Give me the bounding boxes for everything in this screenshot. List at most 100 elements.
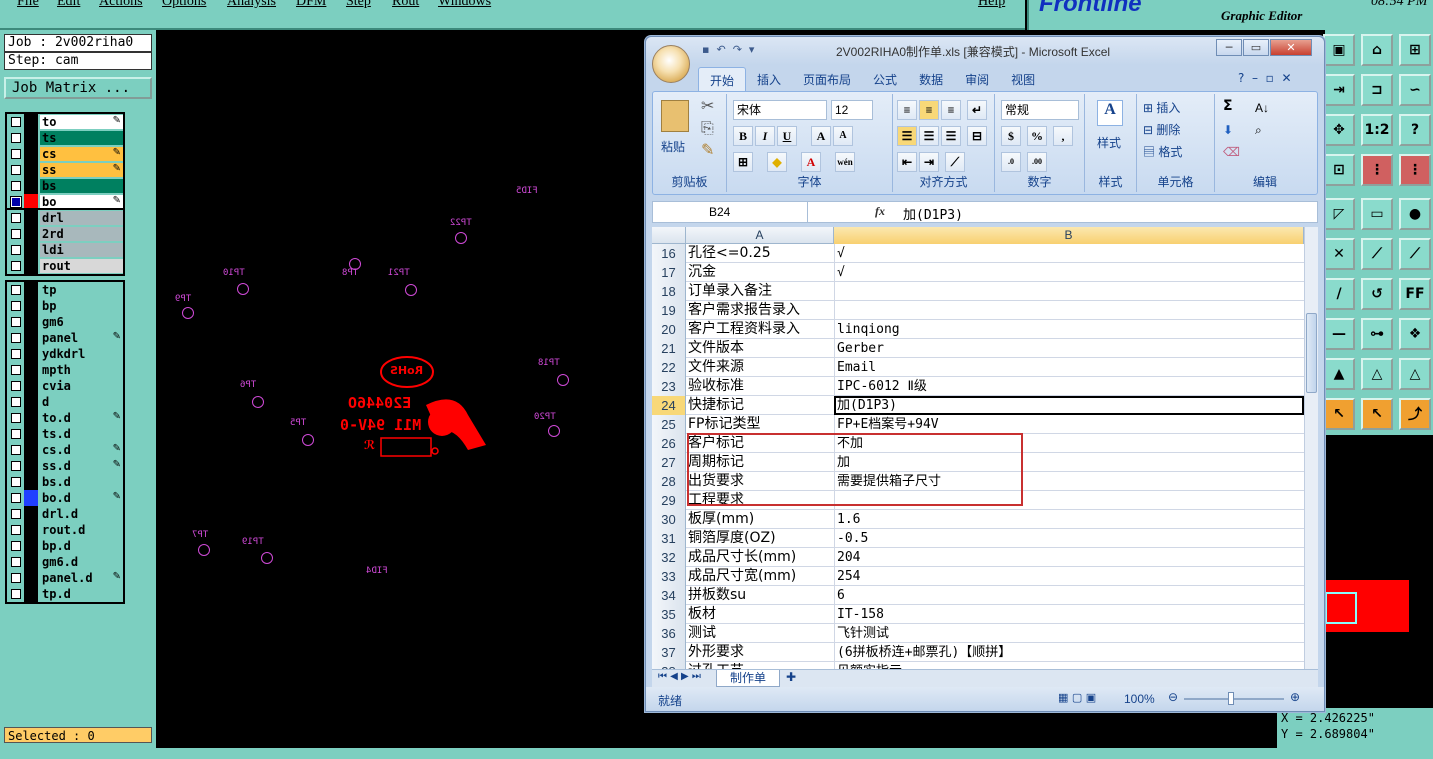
underline-button[interactable]: U [777,126,797,146]
indent-inc-icon[interactable]: ⇥ [919,152,939,172]
tab-formulas[interactable]: 公式 [862,67,908,91]
select2-tool-icon[interactable]: ↖ [1361,398,1393,430]
row-header[interactable]: 25 [652,415,686,434]
cell-b[interactable]: √ [834,244,1304,263]
copy-icon[interactable]: ⎘ [701,118,714,138]
layer-row[interactable]: gm6.d [7,554,123,570]
tab-home[interactable]: 开始 [698,67,747,91]
layer-color-swatch[interactable] [24,410,38,426]
layer-row[interactable]: rout [7,258,123,274]
layer-name[interactable]: panel [40,331,123,345]
layer-checkbox[interactable] [11,197,21,207]
cell-b[interactable]: -0.5 [834,529,1304,548]
layer-color-swatch[interactable] [24,226,38,242]
menu-file[interactable]: File [17,0,39,10]
layer-row[interactable]: panel.d ✎ [7,570,123,586]
zoom-out-icon[interactable]: ⊖ [1168,690,1178,704]
line-tool-icon[interactable]: ⟋ [1361,238,1393,270]
tri2-tool-icon[interactable]: △ [1361,358,1393,390]
layer-row[interactable]: drl [7,210,123,226]
layer-name[interactable]: tp.d [40,587,123,601]
layer-name[interactable]: cs.d [40,443,123,457]
layer-checkbox[interactable] [11,461,21,471]
menu-edit[interactable]: Edit [57,0,80,10]
layer-color-swatch[interactable] [24,442,38,458]
row-header[interactable]: 24 [652,396,686,415]
layer-name[interactable]: bo [40,195,123,209]
cross-tool-icon[interactable]: ✕ [1323,238,1355,270]
layer-name[interactable]: ss [40,163,123,177]
delete-cells-button[interactable]: ⊟ 删除 [1143,120,1180,140]
home-tool-icon[interactable]: ⌂ [1361,34,1393,66]
layer-row[interactable]: drl.d [7,506,123,522]
zoom-slider-handle[interactable] [1228,692,1234,705]
align-top-icon[interactable]: ≡ [897,100,917,120]
cell-b[interactable]: linqiong [834,320,1304,339]
layer-name[interactable]: cs [40,147,123,161]
arc-tool-icon[interactable]: ↺ [1361,278,1393,310]
row-header[interactable]: 18 [652,282,686,301]
ribbon-close-icon[interactable]: ✕ [1281,71,1291,85]
layer-color-swatch[interactable] [24,346,38,362]
column-header-a[interactable]: A [686,227,834,244]
dash-tool-icon[interactable]: — [1323,318,1355,350]
layer-row[interactable]: cs ✎ [7,146,123,162]
wrap-text-icon[interactable]: ↵ [967,100,987,120]
styles-button[interactable]: 样式 [1097,134,1121,151]
format-cells-button[interactable]: ▤ 格式 [1143,142,1182,162]
tab-page-layout[interactable]: 页面布局 [792,67,862,91]
layer-color-swatch[interactable] [24,258,38,274]
layer-color-swatch[interactable] [24,378,38,394]
ribbon-minimize-icon[interactable]: – [1252,71,1258,85]
cell-b[interactable]: 204 [834,548,1304,567]
cell-b[interactable]: IPC-6012 Ⅱ级 [834,377,1304,396]
window-tool-icon[interactable]: ⊞ [1399,34,1431,66]
layer-row[interactable]: ss ✎ [7,162,123,178]
help-icon[interactable]: ? [1238,71,1244,85]
cut-icon[interactable]: ✂ [701,96,714,115]
layer-name[interactable]: bp.d [40,539,123,553]
layer-row[interactable]: mpth [7,362,123,378]
grow-font-icon[interactable]: A [811,126,831,146]
layer-checkbox[interactable] [11,117,21,127]
layer-name[interactable]: d [40,395,123,409]
row-header[interactable]: 16 [652,244,686,263]
layer-color-swatch[interactable] [24,538,38,554]
layer-name[interactable]: gm6.d [40,555,123,569]
sort-filter-icon[interactable]: A↓ [1255,98,1269,118]
cell-b[interactable]: IT-158 [834,605,1304,624]
save-tool-icon[interactable]: ▣ [1323,34,1355,66]
layer-name[interactable]: drl.d [40,507,123,521]
cell-a[interactable]: 快捷标记 [686,396,834,415]
layer-name[interactable]: cvia [40,379,123,393]
layer-color-swatch[interactable] [24,570,38,586]
ribbon-restore-icon[interactable]: ▫ [1266,71,1274,85]
cell-a[interactable]: 过孔工艺 [686,662,834,669]
cell-a[interactable]: 客户工程资料录入 [686,320,834,339]
row-header[interactable]: 22 [652,358,686,377]
ff-tool-icon[interactable]: FF [1399,278,1431,310]
layer-row[interactable]: ss.d ✎ [7,458,123,474]
customize-icon[interactable]: ▾ [749,43,755,56]
layer-color-swatch[interactable] [24,490,38,506]
layer-row[interactable]: panel ✎ [7,330,123,346]
ruler-tool-icon[interactable]: ▭ [1361,198,1393,230]
layer-checkbox[interactable] [11,589,21,599]
layer-name[interactable]: ldi [40,243,123,257]
line2-tool-icon[interactable]: ⟋ [1399,238,1431,270]
cell-a[interactable]: 客户需求报告录入 [686,301,834,320]
fill-icon[interactable]: ⬇ [1223,120,1233,140]
tab-view[interactable]: 视图 [1000,67,1046,91]
comma-icon[interactable]: , [1053,126,1073,146]
undo-icon[interactable]: ↶ [716,43,725,56]
layer-color-swatch[interactable] [24,210,38,226]
office-button[interactable] [652,45,690,83]
cell-b[interactable]: Email [834,358,1304,377]
layer-row[interactable]: bp.d [7,538,123,554]
layer-row[interactable]: to.d ✎ [7,410,123,426]
layer-name[interactable]: ts [40,131,123,145]
layer-checkbox[interactable] [11,181,21,191]
layer-name[interactable]: to [40,115,123,129]
layer-row[interactable]: bp [7,298,123,314]
view-buttons-icon[interactable]: ▦ ▢ ▣ [1058,691,1096,704]
